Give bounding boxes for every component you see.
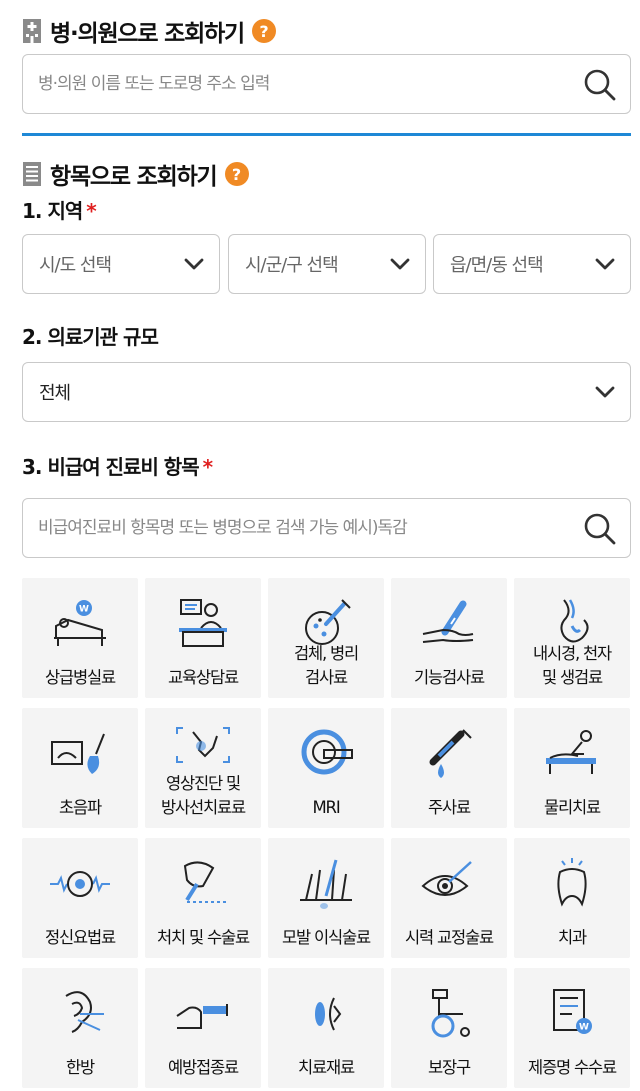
category-label: 제증명 수수료 [528, 1058, 617, 1077]
hospital-search-help-icon[interactable]: ? [252, 19, 276, 43]
category-label: 교육상담료 [168, 668, 239, 687]
category-tile-vaccination[interactable]: 예방접종료 [145, 968, 261, 1088]
sido-select-value: 시/도 선택 [39, 255, 112, 276]
category-tile-treatment-materials[interactable]: 치료재료 [268, 968, 384, 1088]
category-label: 치과 [558, 928, 587, 947]
category-tile-mri[interactable]: MRI [268, 708, 384, 828]
search-icon [584, 513, 616, 545]
category-tile-certificate-fees[interactable]: W 제증명 수수료 [514, 968, 630, 1088]
category-tile-endoscopy[interactable]: 내시경, 천자 및 생검료 [514, 578, 630, 698]
category-tile-counseling[interactable]: 교육상담료 [145, 578, 261, 698]
eupmyeondong-select-value: 읍/면/동 선택 [450, 255, 544, 276]
region-label-text: 1. 지역 [22, 199, 83, 223]
hospital-search-input[interactable] [38, 55, 568, 113]
items-label: 3. 비급여 진료비 항목 * [22, 451, 214, 480]
category-tile-dental[interactable]: 치과 [514, 838, 630, 958]
category-tile-assistive-devices[interactable]: 보장구 [391, 968, 507, 1088]
hospital-search-box [22, 54, 631, 114]
sigungu-select-value: 시/군/구 선택 [245, 255, 339, 276]
category-tile-premium-ward[interactable]: W 상급병실료 [22, 578, 138, 698]
sido-select[interactable]: 시/도 선택 [22, 234, 220, 294]
item-search-help-icon[interactable]: ? [224, 162, 249, 186]
category-label: 예방접종료 [168, 1058, 239, 1077]
category-label: 보장구 [428, 1058, 471, 1077]
category-tile-physical-therapy[interactable]: 물리치료 [514, 708, 630, 828]
category-label: 정신요법료 [45, 928, 116, 947]
category-label: 초음파 [59, 798, 102, 817]
hospital-building-icon [22, 19, 42, 43]
institution-scale-select[interactable]: 전체 [22, 362, 631, 422]
category-label: 치료재료 [298, 1058, 355, 1077]
eupmyeondong-select[interactable]: 읍/면/동 선택 [433, 234, 631, 294]
item-search-input[interactable] [38, 499, 568, 557]
category-tile-hair-transplant[interactable]: 모발 이식술료 [268, 838, 384, 958]
region-label: 1. 지역 * [22, 195, 97, 224]
category-label: 내시경, 천자 및 생검료 [533, 644, 612, 687]
category-tile-oriental-medicine[interactable]: 한방 [22, 968, 138, 1088]
section-divider [22, 133, 631, 136]
item-search-title: 항목으로 조회하기 [50, 164, 218, 190]
category-tile-specimen-test[interactable]: 검체, 병리 검사료 [268, 578, 384, 698]
category-tile-injection[interactable]: 주사료 [391, 708, 507, 828]
category-label: 영상진단 및 방사선치료료 [161, 774, 246, 817]
category-label: 처치 및 수술료 [157, 928, 250, 947]
category-label: 기능검사료 [414, 668, 485, 687]
category-label: 주사료 [428, 798, 471, 817]
svg-text:W: W [79, 605, 89, 615]
category-label: MRI [312, 798, 341, 817]
hospital-search-heading: 병·의원으로 조회하기 ? [22, 14, 276, 48]
category-tile-procedure-surgery[interactable]: 처치 및 수술료 [145, 838, 261, 958]
chevron-down-icon [390, 258, 410, 270]
category-label: 시력 교정술료 [405, 928, 494, 947]
hospital-search-title: 병·의원으로 조회하기 [50, 21, 245, 47]
scale-label: 2. 의료기관 규모 [22, 325, 159, 349]
category-label: 모발 이식술료 [282, 928, 371, 947]
required-mark: * [86, 199, 97, 223]
category-tile-function-test[interactable]: 기능검사료 [391, 578, 507, 698]
category-label: 검체, 병리 검사료 [293, 644, 359, 687]
sigungu-select[interactable]: 시/군/구 선택 [228, 234, 426, 294]
category-label: 물리치료 [544, 798, 601, 817]
document-list-icon [22, 162, 42, 186]
item-search-box [22, 498, 631, 558]
category-tile-imaging-radiation[interactable]: 영상진단 및 방사선치료료 [145, 708, 261, 828]
item-search-button[interactable] [582, 511, 618, 547]
category-tile-ultrasound[interactable]: 초음파 [22, 708, 138, 828]
category-tile-vision-correction[interactable]: 시력 교정술료 [391, 838, 507, 958]
required-mark: * [202, 455, 214, 479]
item-search-heading: 항목으로 조회하기 ? [22, 157, 249, 191]
category-label: 상급병실료 [45, 668, 116, 687]
chevron-down-icon [595, 258, 615, 270]
items-label-text: 3. 비급여 진료비 항목 [22, 455, 200, 479]
category-label: 한방 [66, 1058, 95, 1077]
institution-scale-value: 전체 [39, 383, 71, 404]
hospital-search-button[interactable] [582, 67, 618, 103]
category-tile-psychotherapy[interactable]: 정신요법료 [22, 838, 138, 958]
search-icon [584, 69, 616, 101]
chevron-down-icon [184, 258, 204, 270]
chevron-down-icon [595, 386, 615, 398]
category-grid: W 상급병실료 교육상담료 검체, 병리 검사료 기능검사료 내시경, 천자 및… [22, 578, 630, 1088]
